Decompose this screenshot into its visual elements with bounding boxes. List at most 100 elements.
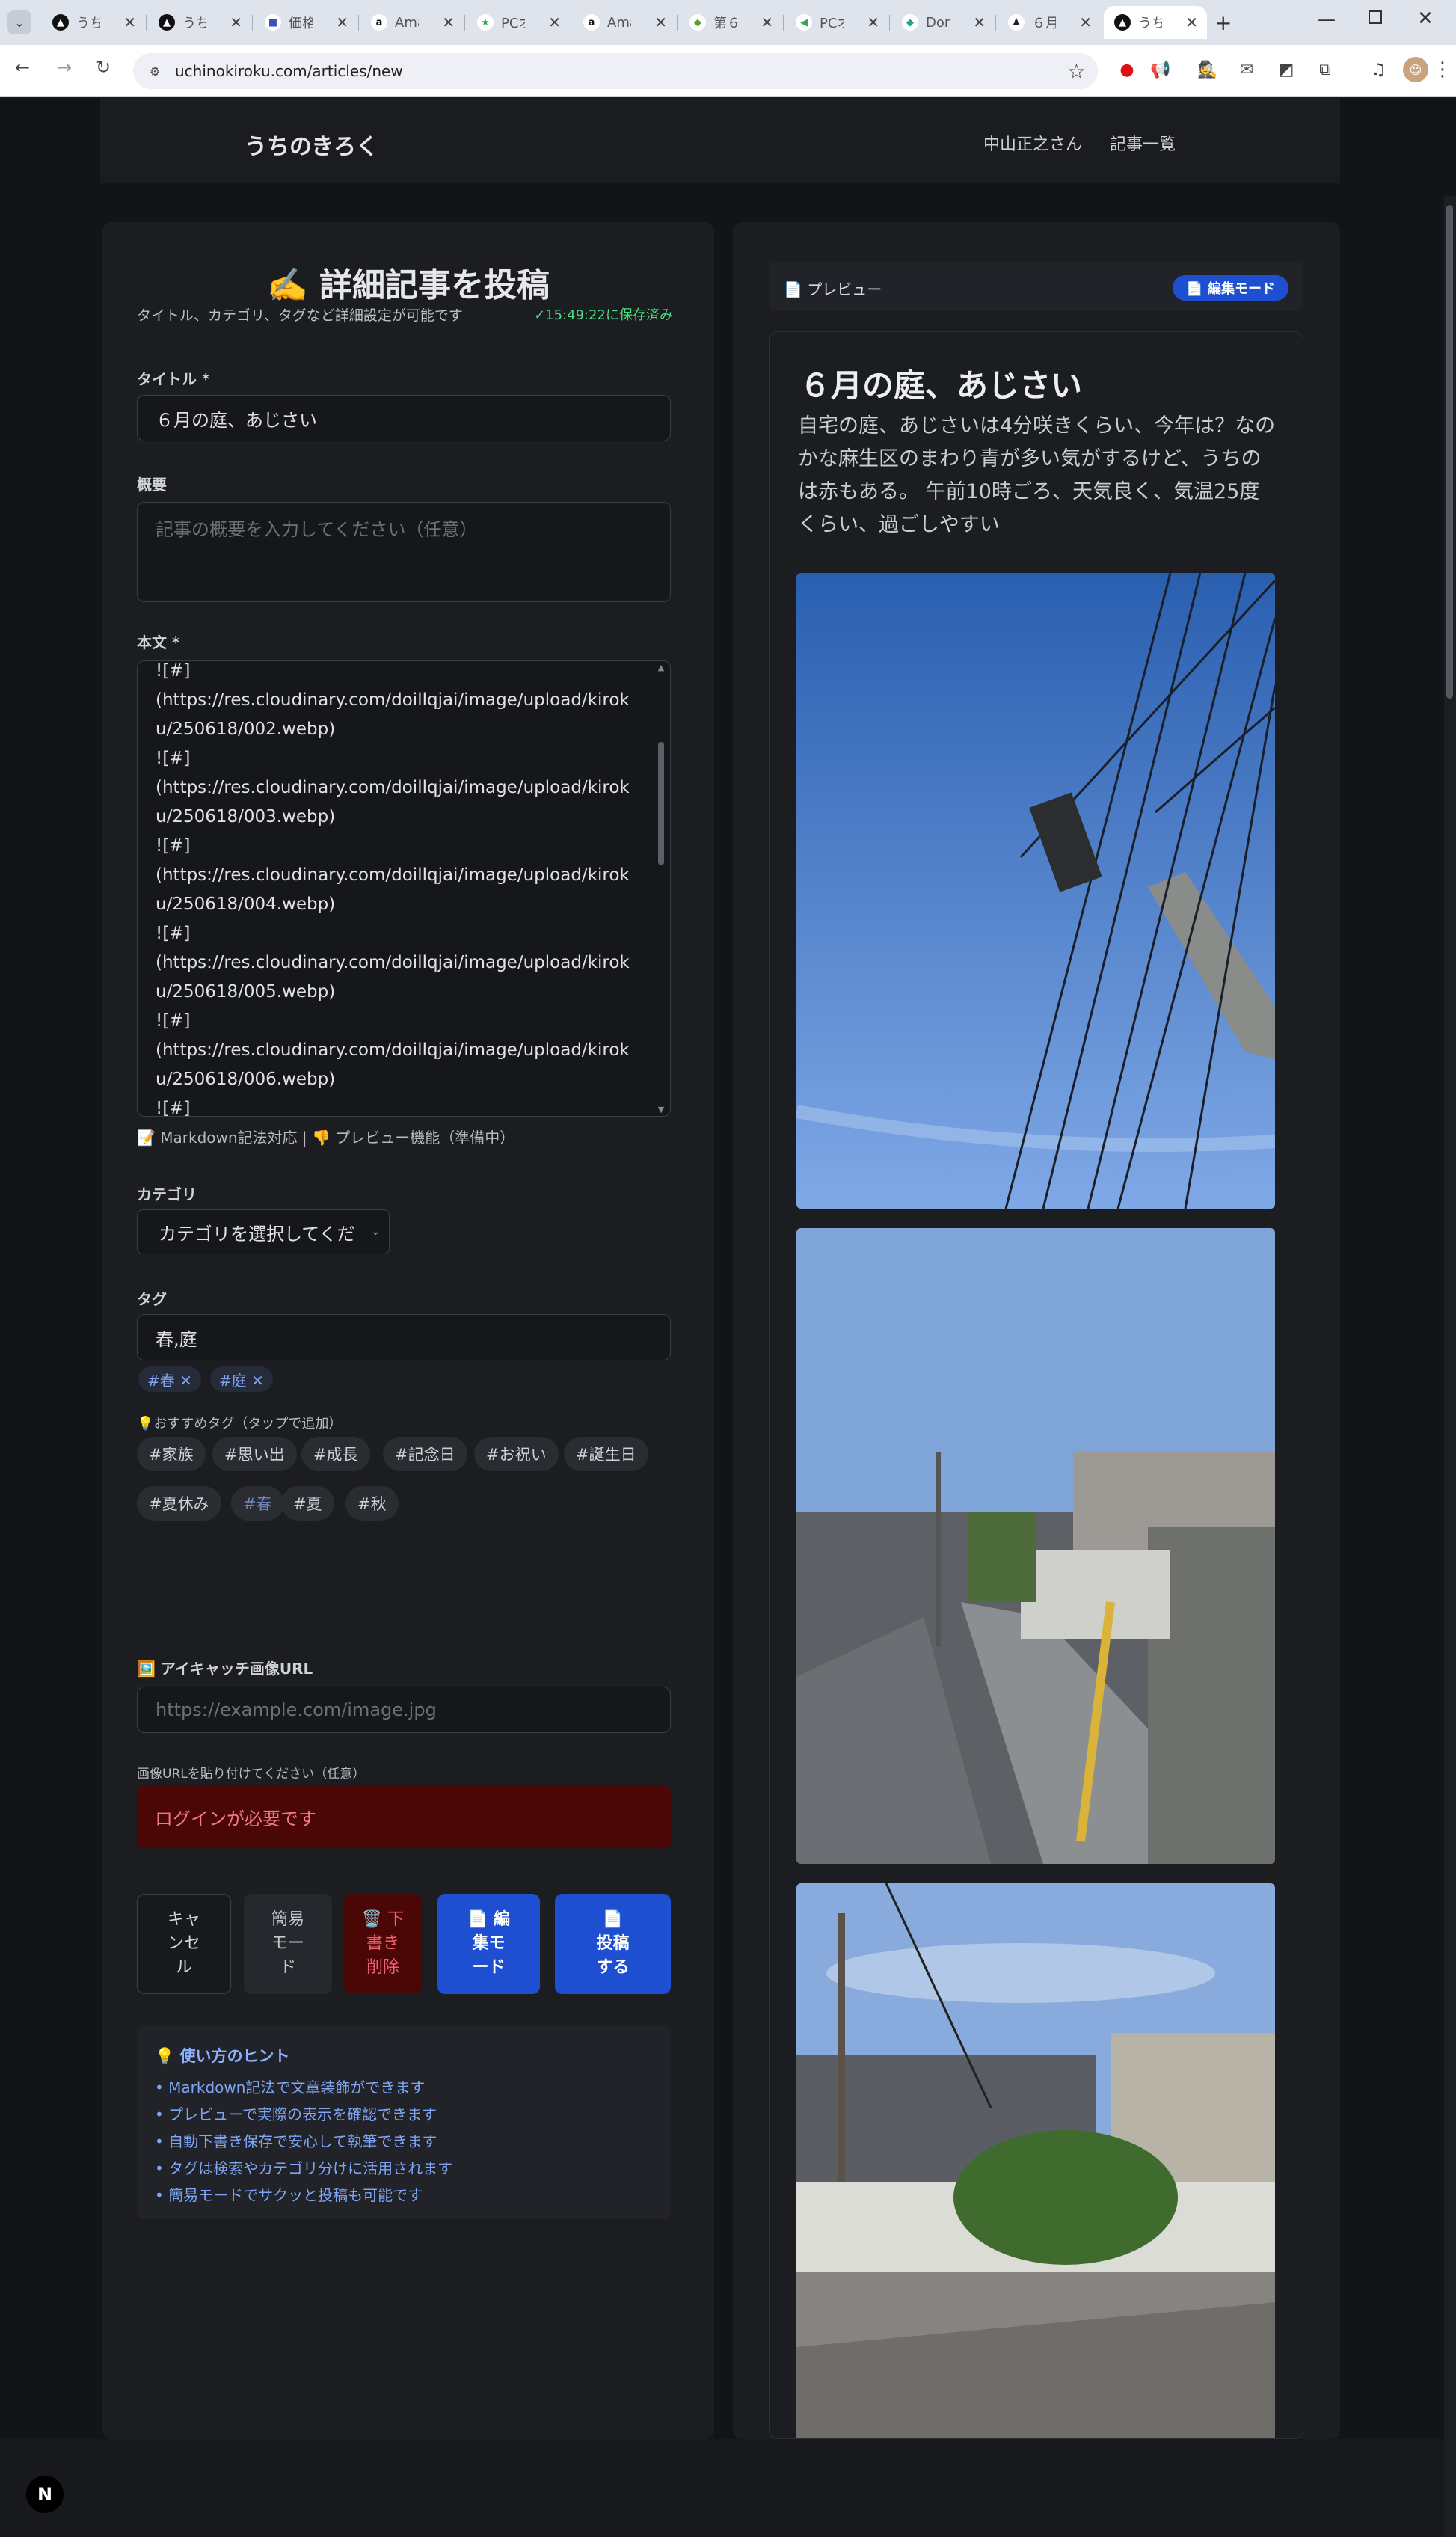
browser-tab[interactable]: ◀ PCオ ✕: [785, 6, 888, 39]
tab-close-icon[interactable]: ✕: [973, 13, 986, 31]
tab-favicon-icon: ◆: [689, 14, 706, 31]
delete-draft-line: 書き: [366, 1934, 399, 1953]
browser-tab[interactable]: ◆ Don ✕: [891, 6, 995, 39]
tab-title: PCオ: [501, 16, 525, 31]
browser-tab[interactable]: a Ama ✕: [360, 6, 464, 39]
tab-search-button[interactable]: ⌄: [7, 10, 31, 34]
articles-list-link[interactable]: 記事一覧: [1110, 131, 1176, 155]
scroll-down-arrow[interactable]: ▼: [657, 1105, 666, 1114]
recommended-tag[interactable]: #夏: [281, 1486, 334, 1521]
tab-favicon-icon: ▲: [159, 14, 175, 31]
cancel-button[interactable]: キャ ンセル: [137, 1894, 231, 1994]
forward-button[interactable]: →: [57, 58, 72, 76]
tab-title: 第６: [713, 16, 737, 31]
tab-separator: [995, 15, 996, 31]
tab-close-icon[interactable]: ✕: [867, 13, 879, 31]
maximize-button[interactable]: [1369, 10, 1382, 24]
new-tab-button[interactable]: +: [1214, 10, 1232, 35]
extensions-puzzle-icon[interactable]: ⧉: [1312, 57, 1338, 82]
edit-mode-line: 📄 編: [467, 1910, 511, 1929]
body-textarea[interactable]: ![#] (https://res.cloudinary.com/doillqja…: [137, 660, 671, 1117]
user-name-link[interactable]: 中山正之さん: [983, 131, 1082, 155]
url-bar[interactable]: ⚙ uchinokiroku.com/articles/new ☆: [133, 53, 1098, 89]
spy-extension-icon[interactable]: 🕵: [1195, 57, 1220, 82]
opera-extension-icon[interactable]: ●: [1114, 57, 1140, 82]
site-logo[interactable]: うちのきろく: [245, 128, 378, 161]
tab-close-icon[interactable]: ✕: [1185, 13, 1198, 31]
preview-label: 📄 プレビュー: [784, 280, 882, 298]
browser-tab[interactable]: ▲ うち ✕: [148, 6, 251, 39]
tab-close-icon[interactable]: ✕: [1079, 13, 1092, 31]
page-scroll-thumb[interactable]: [1446, 205, 1453, 699]
body-scrollbar[interactable]: ▲ ▼: [657, 663, 666, 1114]
summary-textarea[interactable]: 記事の概要を入力してください（任意）: [137, 502, 671, 602]
page-scrollbar[interactable]: [1444, 196, 1456, 2537]
hint-item: • Markdown記法で文章装飾ができます: [155, 2079, 426, 2096]
browser-tab[interactable]: ★ PCオ ✕: [467, 6, 570, 39]
browser-tab[interactable]: ◆ 第６ ✕: [679, 6, 782, 39]
cancel-button-line: キャ: [167, 1910, 200, 1929]
reload-button[interactable]: ↻: [96, 58, 111, 76]
profile-avatar[interactable]: ☺: [1403, 57, 1428, 82]
article-form-panel: ✍️ 詳細記事を投稿 タイトル、カテゴリ、タグなど詳細設定が可能です ✓15:4…: [102, 222, 714, 2439]
scroll-thumb[interactable]: [658, 742, 664, 865]
delete-draft-line: 🗑️ 下: [361, 1910, 405, 1929]
eyecatch-url-input[interactable]: https://example.com/image.jpg: [137, 1687, 671, 1733]
browser-tab[interactable]: ▲ うち ✕: [1104, 6, 1207, 39]
simple-mode-button[interactable]: 簡易 モード: [244, 1894, 332, 1994]
edit-mode-button[interactable]: 📄 編集モ ード: [437, 1894, 540, 1994]
recommended-tag[interactable]: #誕生日: [564, 1437, 648, 1471]
preview-card: ６月の庭、あじさい 自宅の庭、あじさいは4分咲きくらい、今年は？なのかな麻生区の…: [769, 331, 1303, 2439]
browser-tab[interactable]: a Ama ✕: [573, 6, 676, 39]
tab-close-icon[interactable]: ✕: [548, 13, 561, 31]
megaphone-extension-icon[interactable]: 📢: [1148, 57, 1173, 82]
cancel-button-line: ル: [175, 1958, 192, 1977]
mail-extension-icon[interactable]: ✉: [1234, 57, 1259, 82]
media-control-icon[interactable]: ♫: [1366, 57, 1391, 82]
send-extension-icon[interactable]: ◩: [1274, 57, 1299, 82]
close-window-button[interactable]: ✕: [1417, 7, 1434, 30]
body-text-line: (https://res.cloudinary.com/doillqjai/im…: [156, 690, 630, 710]
body-text-line: (https://res.cloudinary.com/doillqjai/im…: [156, 953, 630, 972]
bookmark-star-icon[interactable]: ☆: [1067, 59, 1086, 84]
edit-mode-toggle[interactable]: 📄 編集モード: [1173, 275, 1288, 301]
hint-item: • プレビューで実際の表示を確認できます: [155, 2105, 437, 2123]
recommended-tag[interactable]: #思い出: [212, 1437, 297, 1471]
browser-tab[interactable]: ■ 価格 ✕: [254, 6, 357, 39]
tag-chip-spring[interactable]: #春 ✕: [138, 1366, 201, 1392]
category-select[interactable]: カテゴリを選択してくだ ⌄: [137, 1209, 390, 1254]
post-button[interactable]: 📄 投稿 する: [555, 1894, 671, 1994]
utility-pole-image: [796, 573, 1275, 1209]
tab-favicon-icon: ♟: [1008, 14, 1025, 31]
tab-close-icon[interactable]: ✕: [761, 13, 773, 31]
site-info-icon[interactable]: ⚙: [145, 61, 165, 81]
tab-close-icon[interactable]: ✕: [654, 13, 667, 31]
recommended-tag[interactable]: #成長: [301, 1437, 370, 1471]
preview-toolbar: 📄 プレビュー 📄 編集モード: [769, 262, 1303, 311]
recommended-tag[interactable]: #春: [231, 1486, 284, 1521]
minimize-button[interactable]: —: [1318, 9, 1336, 30]
tags-input[interactable]: 春,庭: [137, 1314, 671, 1360]
browser-tab-strip: ⌄ ▲ うち ✕ ▲ うち ✕ ■ 価格 ✕ a Ama ✕ ★ PCオ ✕ a Ama ✕ ◆ 第６ ✕ ◀ PCオ ✕ ◆ D…: [0, 0, 1456, 45]
recommended-tag[interactable]: #夏休み: [137, 1486, 221, 1521]
delete-draft-button[interactable]: 🗑️ 下書き 削除: [344, 1894, 422, 1994]
recommended-tag[interactable]: #家族: [137, 1437, 206, 1471]
tab-close-icon[interactable]: ✕: [123, 13, 136, 31]
title-input[interactable]: ６月の庭、あじさい: [137, 395, 671, 441]
tab-separator: [146, 15, 147, 31]
tag-chip-garden[interactable]: #庭 ✕: [210, 1366, 273, 1392]
tab-separator: [889, 15, 890, 31]
recommended-tag[interactable]: #記念日: [383, 1437, 467, 1471]
tab-close-icon[interactable]: ✕: [230, 13, 242, 31]
recommended-tag[interactable]: #秋: [345, 1486, 399, 1521]
browser-tab[interactable]: ♟ ６月 ✕: [998, 6, 1101, 39]
scroll-up-arrow[interactable]: ▲: [657, 663, 666, 672]
tab-close-icon[interactable]: ✕: [336, 13, 348, 31]
recommended-tag[interactable]: #お祝い: [474, 1437, 559, 1471]
browser-tab[interactable]: ▲ うち ✕: [42, 6, 145, 39]
tab-close-icon[interactable]: ✕: [442, 13, 455, 31]
markdown-help-text: 📝 Markdown記法対応 | 👎 プレビュー機能（準備中）: [137, 1129, 515, 1147]
nextjs-devtools-icon[interactable]: N: [26, 2476, 64, 2513]
back-button[interactable]: ←: [15, 58, 30, 76]
browser-menu-icon[interactable]: ⋮: [1430, 57, 1455, 82]
